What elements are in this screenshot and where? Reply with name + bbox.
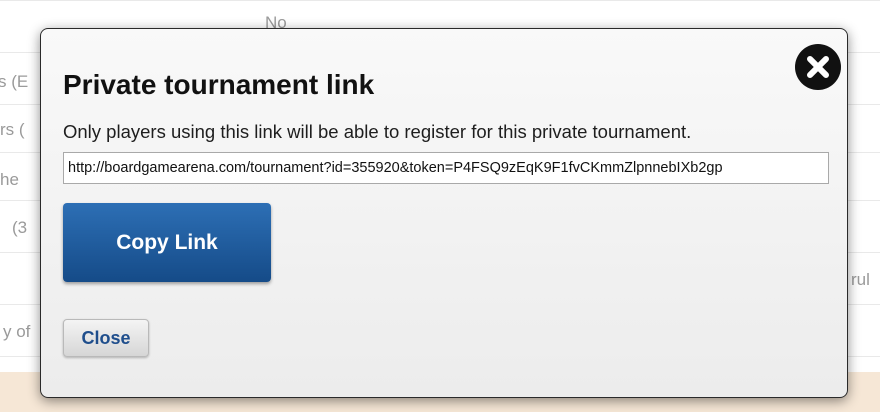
bg-row-divider xyxy=(0,0,880,1)
bg-text-fragment: rul xyxy=(851,270,870,289)
tournament-link-field[interactable] xyxy=(63,152,829,184)
close-circle-icon[interactable] xyxy=(795,44,841,90)
close-x-glyph xyxy=(807,56,829,78)
private-link-dialog: Private tournament link Only players usi… xyxy=(40,28,848,398)
bg-text-fragment: (3 xyxy=(12,218,28,237)
dialog-title: Private tournament link xyxy=(63,69,375,100)
close-button[interactable]: Close xyxy=(63,319,149,357)
copy-link-button[interactable]: Copy Link xyxy=(63,203,271,282)
bg-text-fragment: he xyxy=(0,170,19,189)
bg-text-fragment: rs ( xyxy=(0,120,25,139)
dialog-description: Only players using this link will be abl… xyxy=(63,121,692,142)
bg-text-fragment: y of xyxy=(3,322,31,341)
bg-text-fragment: s (E xyxy=(0,72,29,91)
